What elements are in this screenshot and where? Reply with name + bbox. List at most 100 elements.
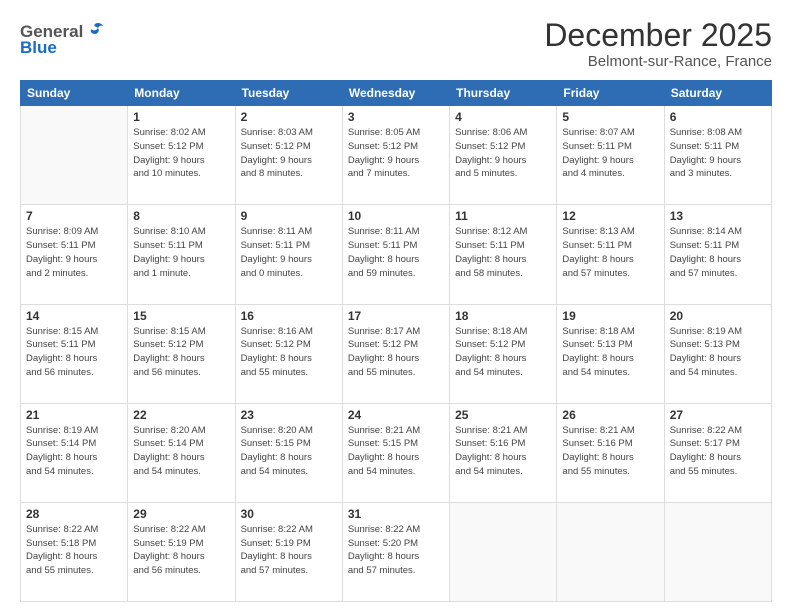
- day-info: Sunrise: 8:17 AMSunset: 5:12 PMDaylight:…: [348, 325, 444, 380]
- day-info: Sunrise: 8:20 AMSunset: 5:14 PMDaylight:…: [133, 424, 229, 479]
- day-number: 23: [241, 408, 337, 422]
- calendar-weekday-sunday: Sunday: [21, 81, 128, 106]
- calendar-cell: 27Sunrise: 8:22 AMSunset: 5:17 PMDayligh…: [664, 403, 771, 502]
- day-number: 22: [133, 408, 229, 422]
- calendar-week-row: 21 Sunrise: 8:19 AMSunset: 5:14 PMDayligh…: [21, 403, 772, 502]
- page-subtitle: Belmont-sur-Rance, France: [544, 53, 772, 70]
- day-number: 13: [670, 209, 766, 223]
- day-info: Sunrise: 8:13 AMSunset: 5:11 PMDaylight:…: [562, 225, 658, 280]
- day-info: Sunrise: 8:12 AMSunset: 5:11 PMDaylight:…: [455, 225, 551, 280]
- day-info: Sunrise: 8:20 AMSunset: 5:15 PMDaylight:…: [241, 424, 337, 479]
- header: General Blue December 2025 Belmont-sur-R…: [20, 18, 772, 70]
- calendar-cell: 1 Sunrise: 8:02 AMSunset: 5:12 PMDaylight…: [128, 106, 235, 205]
- calendar-cell: [664, 502, 771, 601]
- calendar-week-row: 1 Sunrise: 8:02 AMSunset: 5:12 PMDaylight…: [21, 106, 772, 205]
- day-number: 21: [26, 408, 122, 422]
- calendar-cell: 30 Sunrise: 8:22 AMSunset: 5:19 PMDayligh…: [235, 502, 342, 601]
- calendar-cell: 23 Sunrise: 8:20 AMSunset: 5:15 PMDayligh…: [235, 403, 342, 502]
- day-info: Sunrise: 8:03 AMSunset: 5:12 PMDaylight:…: [241, 126, 337, 181]
- day-number: 28: [26, 507, 122, 521]
- day-number: 2: [241, 110, 337, 124]
- calendar-cell: 25 Sunrise: 8:21 AMSunset: 5:16 PMDayligh…: [450, 403, 557, 502]
- calendar-cell: 6 Sunrise: 8:08 AMSunset: 5:11 PMDaylight…: [664, 106, 771, 205]
- calendar-cell: [450, 502, 557, 601]
- calendar-table: SundayMondayTuesdayWednesdayThursdayFrid…: [20, 80, 772, 602]
- day-number: 24: [348, 408, 444, 422]
- calendar-cell: 8Sunrise: 8:10 AMSunset: 5:11 PMDaylight…: [128, 205, 235, 304]
- page: General Blue December 2025 Belmont-sur-R…: [0, 0, 792, 612]
- day-info: Sunrise: 8:15 AMSunset: 5:12 PMDaylight:…: [133, 325, 229, 380]
- day-info: Sunrise: 8:21 AMSunset: 5:16 PMDaylight:…: [455, 424, 551, 479]
- calendar-cell: 16Sunrise: 8:16 AMSunset: 5:12 PMDayligh…: [235, 304, 342, 403]
- day-number: 7: [26, 209, 122, 223]
- title-block: December 2025 Belmont-sur-Rance, France: [544, 18, 772, 70]
- calendar-cell: 21 Sunrise: 8:19 AMSunset: 5:14 PMDayligh…: [21, 403, 128, 502]
- day-number: 29: [133, 507, 229, 521]
- calendar-cell: 20 Sunrise: 8:19 AMSunset: 5:13 PMDayligh…: [664, 304, 771, 403]
- calendar-cell: 19Sunrise: 8:18 AMSunset: 5:13 PMDayligh…: [557, 304, 664, 403]
- day-number: 14: [26, 309, 122, 323]
- calendar-cell: 2 Sunrise: 8:03 AMSunset: 5:12 PMDaylight…: [235, 106, 342, 205]
- day-info: Sunrise: 8:06 AMSunset: 5:12 PMDaylight:…: [455, 126, 551, 181]
- calendar-weekday-friday: Friday: [557, 81, 664, 106]
- day-number: 19: [562, 309, 658, 323]
- day-number: 18: [455, 309, 551, 323]
- day-info: Sunrise: 8:08 AMSunset: 5:11 PMDaylight:…: [670, 126, 766, 181]
- day-number: 12: [562, 209, 658, 223]
- calendar-cell: 13 Sunrise: 8:14 AMSunset: 5:11 PMDayligh…: [664, 205, 771, 304]
- day-number: 6: [670, 110, 766, 124]
- calendar-cell: 29 Sunrise: 8:22 AMSunset: 5:19 PMDayligh…: [128, 502, 235, 601]
- calendar-cell: 11 Sunrise: 8:12 AMSunset: 5:11 PMDayligh…: [450, 205, 557, 304]
- day-info: Sunrise: 8:19 AMSunset: 5:13 PMDaylight:…: [670, 325, 766, 380]
- calendar-cell: 15 Sunrise: 8:15 AMSunset: 5:12 PMDayligh…: [128, 304, 235, 403]
- calendar-cell: [557, 502, 664, 601]
- day-info: Sunrise: 8:02 AMSunset: 5:12 PMDaylight:…: [133, 126, 229, 181]
- day-number: 20: [670, 309, 766, 323]
- calendar-cell: 9 Sunrise: 8:11 AMSunset: 5:11 PMDaylight…: [235, 205, 342, 304]
- calendar-week-row: 28 Sunrise: 8:22 AMSunset: 5:18 PMDayligh…: [21, 502, 772, 601]
- calendar-week-row: 14 Sunrise: 8:15 AMSunset: 5:11 PMDayligh…: [21, 304, 772, 403]
- day-info: Sunrise: 8:11 AMSunset: 5:11 PMDaylight:…: [241, 225, 337, 280]
- day-number: 30: [241, 507, 337, 521]
- day-number: 1: [133, 110, 229, 124]
- day-number: 25: [455, 408, 551, 422]
- calendar-weekday-monday: Monday: [128, 81, 235, 106]
- day-info: Sunrise: 8:22 AMSunset: 5:19 PMDaylight:…: [133, 523, 229, 578]
- day-number: 10: [348, 209, 444, 223]
- day-info: Sunrise: 8:22 AMSunset: 5:18 PMDaylight:…: [26, 523, 122, 578]
- calendar-cell: 31Sunrise: 8:22 AMSunset: 5:20 PMDayligh…: [342, 502, 449, 601]
- day-info: Sunrise: 8:22 AMSunset: 5:19 PMDaylight:…: [241, 523, 337, 578]
- day-info: Sunrise: 8:22 AMSunset: 5:20 PMDaylight:…: [348, 523, 444, 578]
- calendar-cell: 28 Sunrise: 8:22 AMSunset: 5:18 PMDayligh…: [21, 502, 128, 601]
- calendar-cell: 12 Sunrise: 8:13 AMSunset: 5:11 PMDayligh…: [557, 205, 664, 304]
- logo-bird-icon: [85, 22, 105, 38]
- day-info: Sunrise: 8:18 AMSunset: 5:12 PMDaylight:…: [455, 325, 551, 380]
- day-info: Sunrise: 8:15 AMSunset: 5:11 PMDaylight:…: [26, 325, 122, 380]
- calendar-cell: 17 Sunrise: 8:17 AMSunset: 5:12 PMDayligh…: [342, 304, 449, 403]
- day-info: Sunrise: 8:09 AMSunset: 5:11 PMDaylight:…: [26, 225, 122, 280]
- logo: General Blue: [20, 22, 105, 58]
- calendar-cell: 3Sunrise: 8:05 AMSunset: 5:12 PMDaylight…: [342, 106, 449, 205]
- day-number: 15: [133, 309, 229, 323]
- calendar-cell: 18 Sunrise: 8:18 AMSunset: 5:12 PMDayligh…: [450, 304, 557, 403]
- calendar-weekday-tuesday: Tuesday: [235, 81, 342, 106]
- day-info: Sunrise: 8:21 AMSunset: 5:16 PMDaylight:…: [562, 424, 658, 479]
- calendar-cell: 22 Sunrise: 8:20 AMSunset: 5:14 PMDayligh…: [128, 403, 235, 502]
- day-info: Sunrise: 8:16 AMSunset: 5:12 PMDaylight:…: [241, 325, 337, 380]
- calendar-cell: 4Sunrise: 8:06 AMSunset: 5:12 PMDaylight…: [450, 106, 557, 205]
- day-number: 11: [455, 209, 551, 223]
- logo-blue-text: Blue: [20, 38, 57, 58]
- day-number: 17: [348, 309, 444, 323]
- day-info: Sunrise: 8:19 AMSunset: 5:14 PMDaylight:…: [26, 424, 122, 479]
- calendar-cell: 5Sunrise: 8:07 AMSunset: 5:11 PMDaylight…: [557, 106, 664, 205]
- day-number: 9: [241, 209, 337, 223]
- day-info: Sunrise: 8:05 AMSunset: 5:12 PMDaylight:…: [348, 126, 444, 181]
- calendar-cell: 24 Sunrise: 8:21 AMSunset: 5:15 PMDayligh…: [342, 403, 449, 502]
- calendar-cell: 14 Sunrise: 8:15 AMSunset: 5:11 PMDayligh…: [21, 304, 128, 403]
- day-info: Sunrise: 8:14 AMSunset: 5:11 PMDaylight:…: [670, 225, 766, 280]
- day-info: Sunrise: 8:10 AMSunset: 5:11 PMDaylight:…: [133, 225, 229, 280]
- calendar-cell: 7 Sunrise: 8:09 AMSunset: 5:11 PMDaylight…: [21, 205, 128, 304]
- day-info: Sunrise: 8:22 AMSunset: 5:17 PMDaylight:…: [670, 424, 766, 479]
- page-title: December 2025: [544, 18, 772, 53]
- day-info: Sunrise: 8:21 AMSunset: 5:15 PMDaylight:…: [348, 424, 444, 479]
